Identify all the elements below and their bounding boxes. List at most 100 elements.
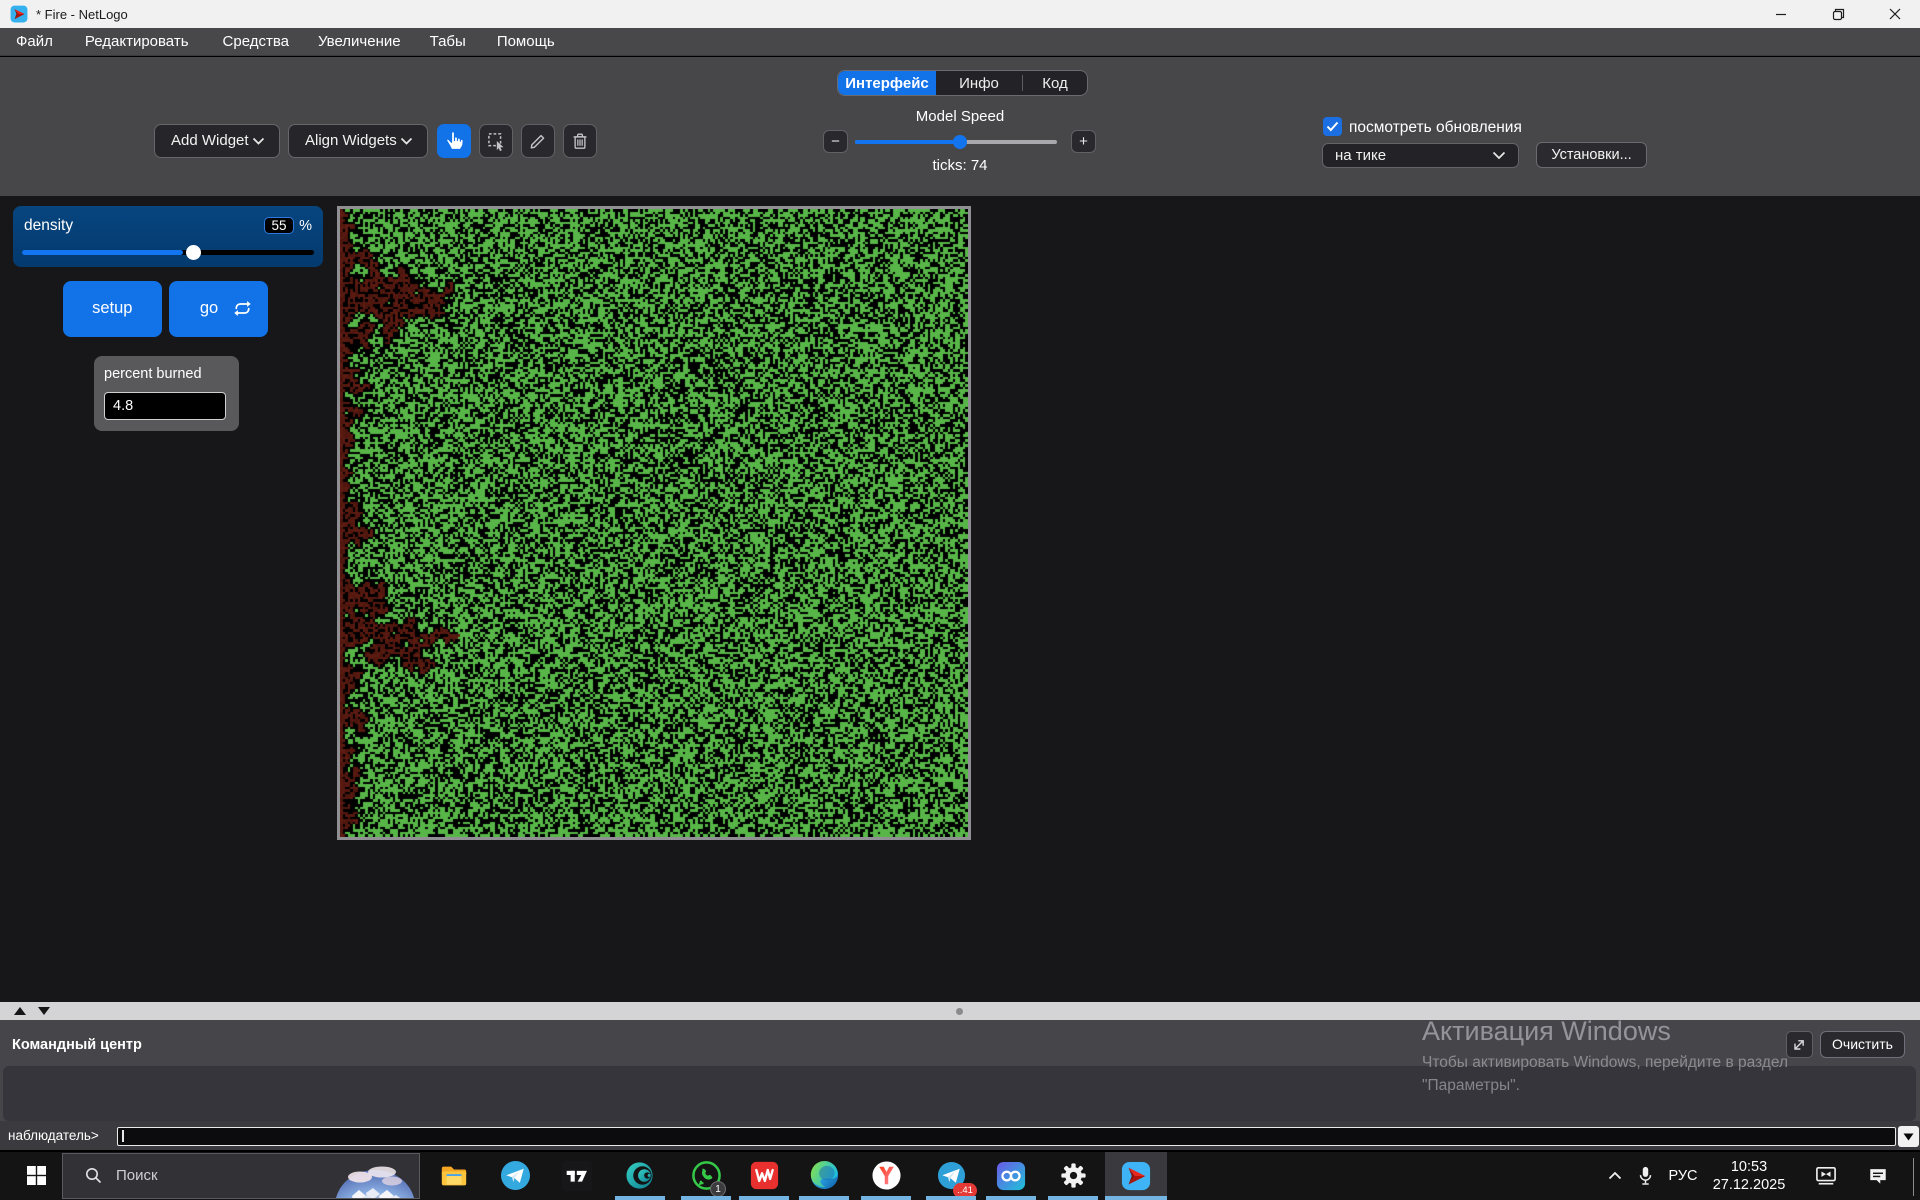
command-center-popout-button[interactable] xyxy=(1786,1031,1813,1058)
screen-cast-icon xyxy=(1815,1166,1837,1186)
text-caret xyxy=(122,1130,124,1142)
density-slider-track[interactable] xyxy=(22,250,314,255)
close-button[interactable] xyxy=(1872,0,1918,28)
tray-language-indicator[interactable]: РУС xyxy=(1662,1152,1704,1200)
netlogo-icon xyxy=(1121,1161,1151,1191)
tray-notifications-button[interactable] xyxy=(1858,1152,1898,1200)
close-icon xyxy=(1889,8,1901,20)
update-mode-value: на тике xyxy=(1335,147,1386,164)
world-view[interactable] xyxy=(337,206,971,840)
taskbar: Поиск xyxy=(0,1152,1920,1200)
settings-button[interactable]: Установки... xyxy=(1536,142,1647,168)
clear-button[interactable]: Очистить xyxy=(1820,1031,1905,1058)
taskbar-explorer-icon[interactable] xyxy=(430,1152,478,1200)
density-slider-thumb[interactable] xyxy=(186,245,201,260)
tray-microphone-button[interactable] xyxy=(1630,1152,1660,1200)
telegram-icon xyxy=(500,1160,531,1191)
taskbar-search[interactable]: Поиск xyxy=(62,1153,420,1199)
running-indicator xyxy=(986,1196,1036,1200)
search-highlight-weather-image[interactable] xyxy=(330,1154,419,1199)
ticks-counter: ticks: 74 xyxy=(855,157,1065,174)
align-widgets-dropdown[interactable]: Align Widgets xyxy=(288,124,428,158)
maximize-icon xyxy=(1832,8,1845,21)
dropdown-arrow-icon xyxy=(1903,1133,1914,1141)
splitter-handle[interactable] xyxy=(956,1008,963,1015)
command-line-row: наблюдатель> xyxy=(0,1121,1920,1150)
speed-slider-thumb[interactable] xyxy=(953,135,967,149)
show-desktop-button[interactable] xyxy=(1913,1158,1914,1196)
title-bar: * Fire - NetLogo xyxy=(0,0,1920,28)
tray-time: 10:53 xyxy=(1731,1158,1767,1176)
taskbar-wps-icon[interactable] xyxy=(740,1152,788,1200)
running-indicator xyxy=(799,1196,849,1200)
taskbar-wave-app-icon[interactable] xyxy=(616,1152,664,1200)
menu-tabs[interactable]: Табы xyxy=(430,28,466,56)
taskbar-telegram2-icon[interactable]: ..41 xyxy=(927,1152,975,1200)
minimize-button[interactable] xyxy=(1758,0,1804,28)
taskbar-edge-icon[interactable] xyxy=(800,1152,848,1200)
density-label: density xyxy=(24,217,73,235)
select-tool-button[interactable] xyxy=(479,124,513,158)
taskbar-link-app-icon[interactable] xyxy=(987,1152,1035,1200)
delete-tool-button[interactable] xyxy=(563,124,597,158)
menu-help[interactable]: Помощь xyxy=(497,28,555,56)
command-input[interactable] xyxy=(117,1127,1896,1147)
edge-icon xyxy=(809,1160,840,1191)
running-indicator xyxy=(926,1196,976,1200)
update-mode-dropdown[interactable]: на тике xyxy=(1322,143,1519,168)
chevron-down-icon xyxy=(1492,151,1506,160)
collapse-up-icon[interactable] xyxy=(13,1006,27,1016)
density-slider-fill xyxy=(22,250,183,255)
add-widget-label: Add Widget xyxy=(171,132,249,149)
command-center: Командный центр Очистить наблюдатель> xyxy=(0,1020,1920,1150)
speed-slider-fill xyxy=(855,140,960,144)
taskbar-settings-icon[interactable] xyxy=(1049,1152,1097,1200)
command-history-button[interactable] xyxy=(1898,1126,1919,1147)
align-widgets-label: Align Widgets xyxy=(305,132,397,149)
running-indicator xyxy=(615,1196,665,1200)
go-button-label: go xyxy=(200,299,218,318)
menu-tools[interactable]: Средства xyxy=(223,28,289,56)
tray-hidden-icons-button[interactable] xyxy=(1600,1152,1630,1200)
add-widget-dropdown[interactable]: Add Widget xyxy=(154,124,280,158)
tab-info[interactable]: Инфо xyxy=(936,71,1022,95)
taskbar-tradingview-icon[interactable] xyxy=(553,1152,601,1200)
menu-file[interactable]: Файл xyxy=(16,28,53,56)
monitor-value: 4.8 xyxy=(104,392,226,421)
taskbar-netlogo-active-tile[interactable] xyxy=(1105,1152,1167,1200)
speed-plus-button[interactable]: + xyxy=(1071,130,1096,153)
speed-minus-button[interactable]: − xyxy=(823,130,848,153)
command-center-splitter[interactable] xyxy=(0,1002,1920,1020)
yandex-browser-icon xyxy=(871,1160,902,1191)
interact-tool-button[interactable] xyxy=(437,124,471,158)
notification-icon xyxy=(1868,1166,1888,1186)
taskbar-yandex-icon[interactable] xyxy=(862,1152,910,1200)
menu-edit[interactable]: Редактировать xyxy=(85,28,189,56)
tab-interface[interactable]: Интерфейс xyxy=(838,71,936,95)
search-placeholder: Поиск xyxy=(116,1167,330,1184)
density-slider-widget[interactable]: density 55 % xyxy=(13,206,323,267)
world-canvas[interactable] xyxy=(340,209,968,837)
menu-zoom[interactable]: Увеличение xyxy=(318,28,401,56)
view-updates-label: посмотреть обновления xyxy=(1349,119,1522,137)
taskbar-whatsapp-icon[interactable]: 1 xyxy=(682,1152,730,1200)
collapse-down-icon[interactable] xyxy=(37,1006,51,1016)
tab-code[interactable]: Код xyxy=(1023,71,1087,95)
tray-clock[interactable]: 10:53 27.12.2025 xyxy=(1706,1152,1792,1200)
chevron-down-icon xyxy=(400,137,413,145)
speed-slider[interactable] xyxy=(855,140,1057,144)
taskbar-telegram-icon[interactable] xyxy=(491,1152,539,1200)
edit-tool-button[interactable] xyxy=(521,124,555,158)
start-button[interactable] xyxy=(12,1152,60,1200)
hand-pointer-icon xyxy=(445,131,464,150)
view-updates-checkbox[interactable] xyxy=(1323,117,1342,136)
wps-office-icon xyxy=(750,1161,779,1190)
command-output-area[interactable] xyxy=(3,1066,1916,1121)
maximize-button[interactable] xyxy=(1815,0,1861,28)
density-value: 55 xyxy=(264,217,294,234)
running-indicator xyxy=(681,1196,731,1200)
tray-cast-button[interactable] xyxy=(1806,1152,1846,1200)
setup-button[interactable]: setup xyxy=(63,281,162,337)
go-button[interactable]: go xyxy=(169,281,268,337)
tray-date: 27.12.2025 xyxy=(1713,1176,1786,1194)
